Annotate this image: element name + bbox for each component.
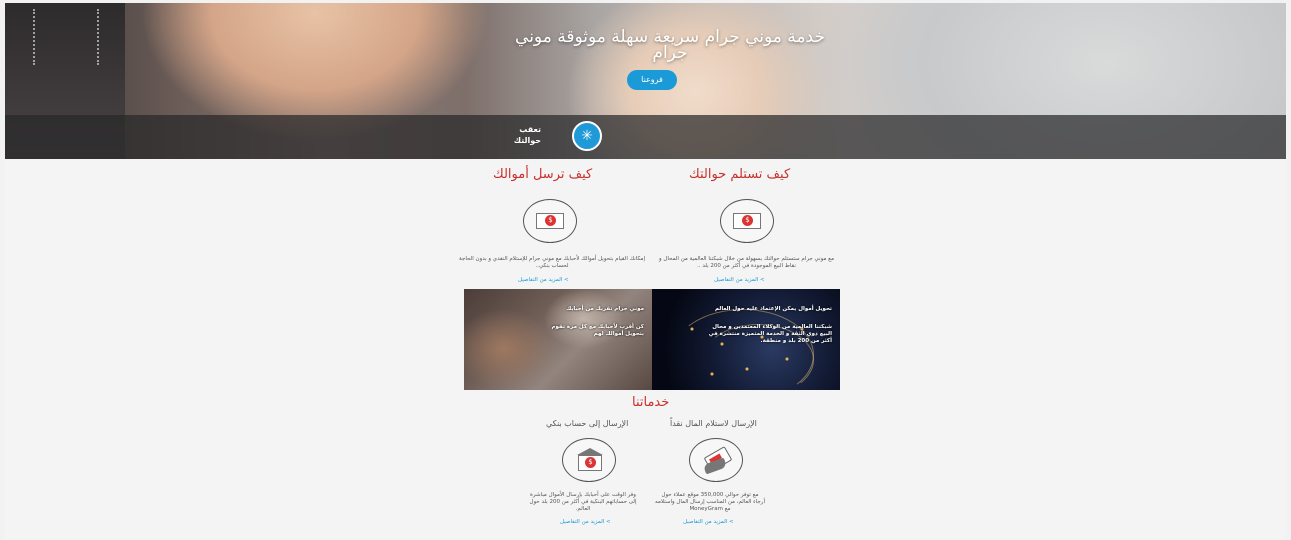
snowflake-icon[interactable]: ✳ xyxy=(572,121,602,151)
hero-title-line2: جرام xyxy=(652,43,688,63)
receive-heading: كيف تستلم حوالتك xyxy=(689,167,791,182)
money-send-icon[interactable]: $ xyxy=(523,199,577,243)
right-photo-title: تحويل أموال يمكن الإعتماد عليه حول العال… xyxy=(714,306,832,312)
page: خدمة موني جرام سريعة سهلة موثوقة موني جر… xyxy=(5,3,1286,539)
track-transfer-link[interactable]: تعقب حوالتك xyxy=(501,124,541,146)
receive-more-link[interactable]: > المزيد من التفاصيل xyxy=(714,277,765,283)
bank-icon[interactable]: $ xyxy=(562,438,616,482)
left-photo-body: كن أقرب لأحبابك مع كل مرة تقوم بتحويل أم… xyxy=(551,324,644,337)
family-photo: موني جرام تقربك من أحبابك كن أقرب لأحباب… xyxy=(464,289,652,390)
decorative-dots xyxy=(97,9,99,65)
cash-service-title: الإرسال لاستلام المال نقداً xyxy=(670,419,757,428)
services-heading: خدماتنا xyxy=(632,395,670,410)
receive-description: مع موني جرام ستستلم حوالتك بسهولة من خلا… xyxy=(658,256,835,269)
cash-service-description: مع توفر حوالي 350,000 موقع عملاء حول أرج… xyxy=(655,492,765,512)
money-receive-icon[interactable]: $ xyxy=(720,199,774,243)
left-photo-title: موني جرام تقربك من أحبابك xyxy=(566,306,644,312)
bank-service-description: وفر الوقت على أحبابك بإرسال الأموال مباش… xyxy=(529,492,637,512)
hero-title: خدمة موني جرام سريعة سهلة موثوقة موني جر… xyxy=(475,29,865,63)
track-label-line2: حوالتك xyxy=(513,136,541,145)
decorative-dots xyxy=(33,9,35,65)
right-photo-body: شبكتنا العالمية من الوكلاء المعتمدين و م… xyxy=(708,324,832,344)
cash-more-link[interactable]: > المزيد من التفاصيل xyxy=(683,519,734,525)
hero-banner: خدمة موني جرام سريعة سهلة موثوقة موني جر… xyxy=(5,3,1286,159)
bank-service-title: الإرسال إلى حساب بنكي xyxy=(546,419,629,428)
branches-button[interactable]: فروعنا xyxy=(627,70,677,90)
track-label-line1: تعقب xyxy=(519,125,541,134)
hero-bar xyxy=(5,115,1286,159)
world-network-photo: تحويل أموال يمكن الإعتماد عليه حول العال… xyxy=(652,289,840,390)
hand-cash-icon[interactable] xyxy=(689,438,743,482)
bank-more-link[interactable]: > المزيد من التفاصيل xyxy=(560,519,611,525)
send-description: إمكانك القيام بتحويل أموالك لأحبابك مع م… xyxy=(459,256,645,269)
send-heading: كيف ترسل أموالك xyxy=(493,167,593,182)
send-more-link[interactable]: > المزيد من التفاصيل xyxy=(518,277,569,283)
